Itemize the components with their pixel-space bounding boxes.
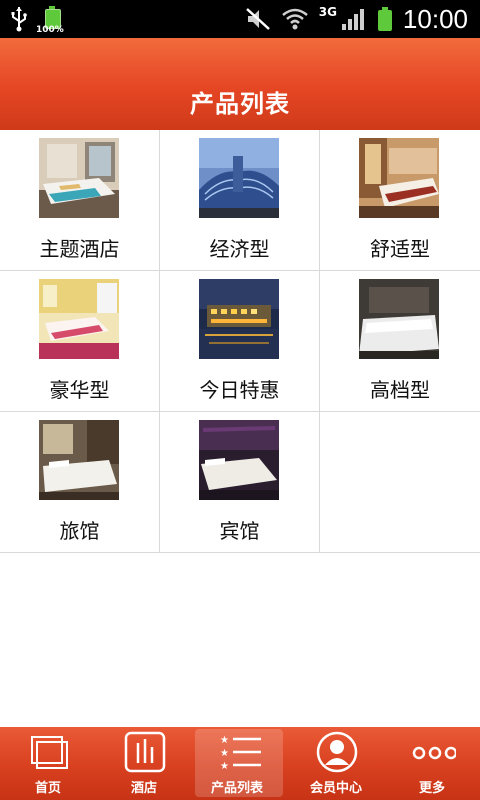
nav-more[interactable]: 更多 bbox=[384, 727, 480, 800]
more-icon bbox=[412, 746, 456, 760]
modern-hotel-building-photo bbox=[199, 138, 279, 218]
comfort-hotel-room-photo bbox=[359, 138, 439, 218]
product-label: 宾馆 bbox=[219, 519, 260, 543]
usb-icon bbox=[11, 7, 27, 32]
product-luxury[interactable]: 豪华型 bbox=[0, 271, 160, 412]
svg-text:★: ★ bbox=[220, 761, 229, 772]
nav-label: 首页 bbox=[34, 781, 61, 796]
luxury-hotel-room-photo bbox=[39, 279, 119, 359]
network-type: 3G bbox=[318, 5, 337, 19]
product-guesthouse[interactable]: 宾馆 bbox=[160, 412, 320, 553]
mute-icon bbox=[245, 8, 270, 30]
product-grid: 主题酒店 经济型 舒适型 豪华型 今日特惠 高档型 旅馆 宾馆 bbox=[0, 130, 480, 553]
nav-label: 产品列表 bbox=[210, 781, 263, 796]
hotel-night-exterior-photo bbox=[199, 279, 279, 359]
product-label: 今日特惠 bbox=[199, 378, 280, 402]
product-inn[interactable]: 旅馆 bbox=[0, 412, 160, 553]
product-themed-hotel[interactable]: 主题酒店 bbox=[0, 130, 160, 271]
page-title: 产品列表 bbox=[190, 90, 290, 118]
battery-icon bbox=[377, 7, 392, 31]
battery-percent: 100% bbox=[36, 25, 64, 35]
nav-label: 更多 bbox=[418, 781, 445, 796]
clock: 10:00 bbox=[402, 3, 468, 34]
product-label: 主题酒店 bbox=[39, 237, 120, 261]
wifi-icon bbox=[281, 8, 308, 30]
product-label: 经济型 bbox=[209, 237, 270, 261]
bottom-navigation: 首页 酒店 ★ ★ ★ 产品列表 会员中心 更多 bbox=[0, 727, 480, 800]
page-header: 产品列表 bbox=[0, 38, 480, 130]
product-label: 舒适型 bbox=[370, 237, 430, 261]
product-label: 豪华型 bbox=[49, 378, 110, 402]
product-list-icon: ★ ★ ★ bbox=[220, 735, 261, 772]
battery-full-icon: 100% bbox=[36, 4, 64, 35]
product-economy[interactable]: 经济型 bbox=[160, 130, 320, 271]
inn-bedroom-photo bbox=[39, 420, 119, 500]
guesthouse-bedroom-photo bbox=[199, 420, 279, 500]
product-label: 旅馆 bbox=[59, 519, 100, 543]
empty-cell bbox=[320, 412, 480, 553]
product-label: 高档型 bbox=[370, 378, 430, 402]
product-comfort[interactable]: 舒适型 bbox=[320, 130, 480, 271]
nav-label: 会员中心 bbox=[309, 781, 362, 796]
svg-text:★: ★ bbox=[220, 748, 229, 759]
themed-hotel-room-photo bbox=[39, 138, 119, 218]
home-icon bbox=[31, 736, 68, 769]
product-premium[interactable]: 高档型 bbox=[320, 271, 480, 412]
nav-member-center[interactable]: 会员中心 bbox=[288, 727, 384, 800]
nav-home[interactable]: 首页 bbox=[0, 727, 96, 800]
signal-icon bbox=[341, 9, 364, 30]
svg-text:★: ★ bbox=[220, 735, 229, 746]
hotel-icon bbox=[124, 731, 166, 773]
product-today-special[interactable]: 今日特惠 bbox=[160, 271, 320, 412]
member-center-icon bbox=[316, 731, 358, 773]
nav-hotel[interactable]: 酒店 bbox=[96, 727, 192, 800]
nav-label: 酒店 bbox=[130, 781, 157, 796]
nav-product-list[interactable]: ★ ★ ★ 产品列表 bbox=[195, 727, 292, 800]
premium-bed-photo bbox=[359, 279, 439, 359]
status-bar: 100% 3G 10:00 bbox=[0, 0, 480, 38]
